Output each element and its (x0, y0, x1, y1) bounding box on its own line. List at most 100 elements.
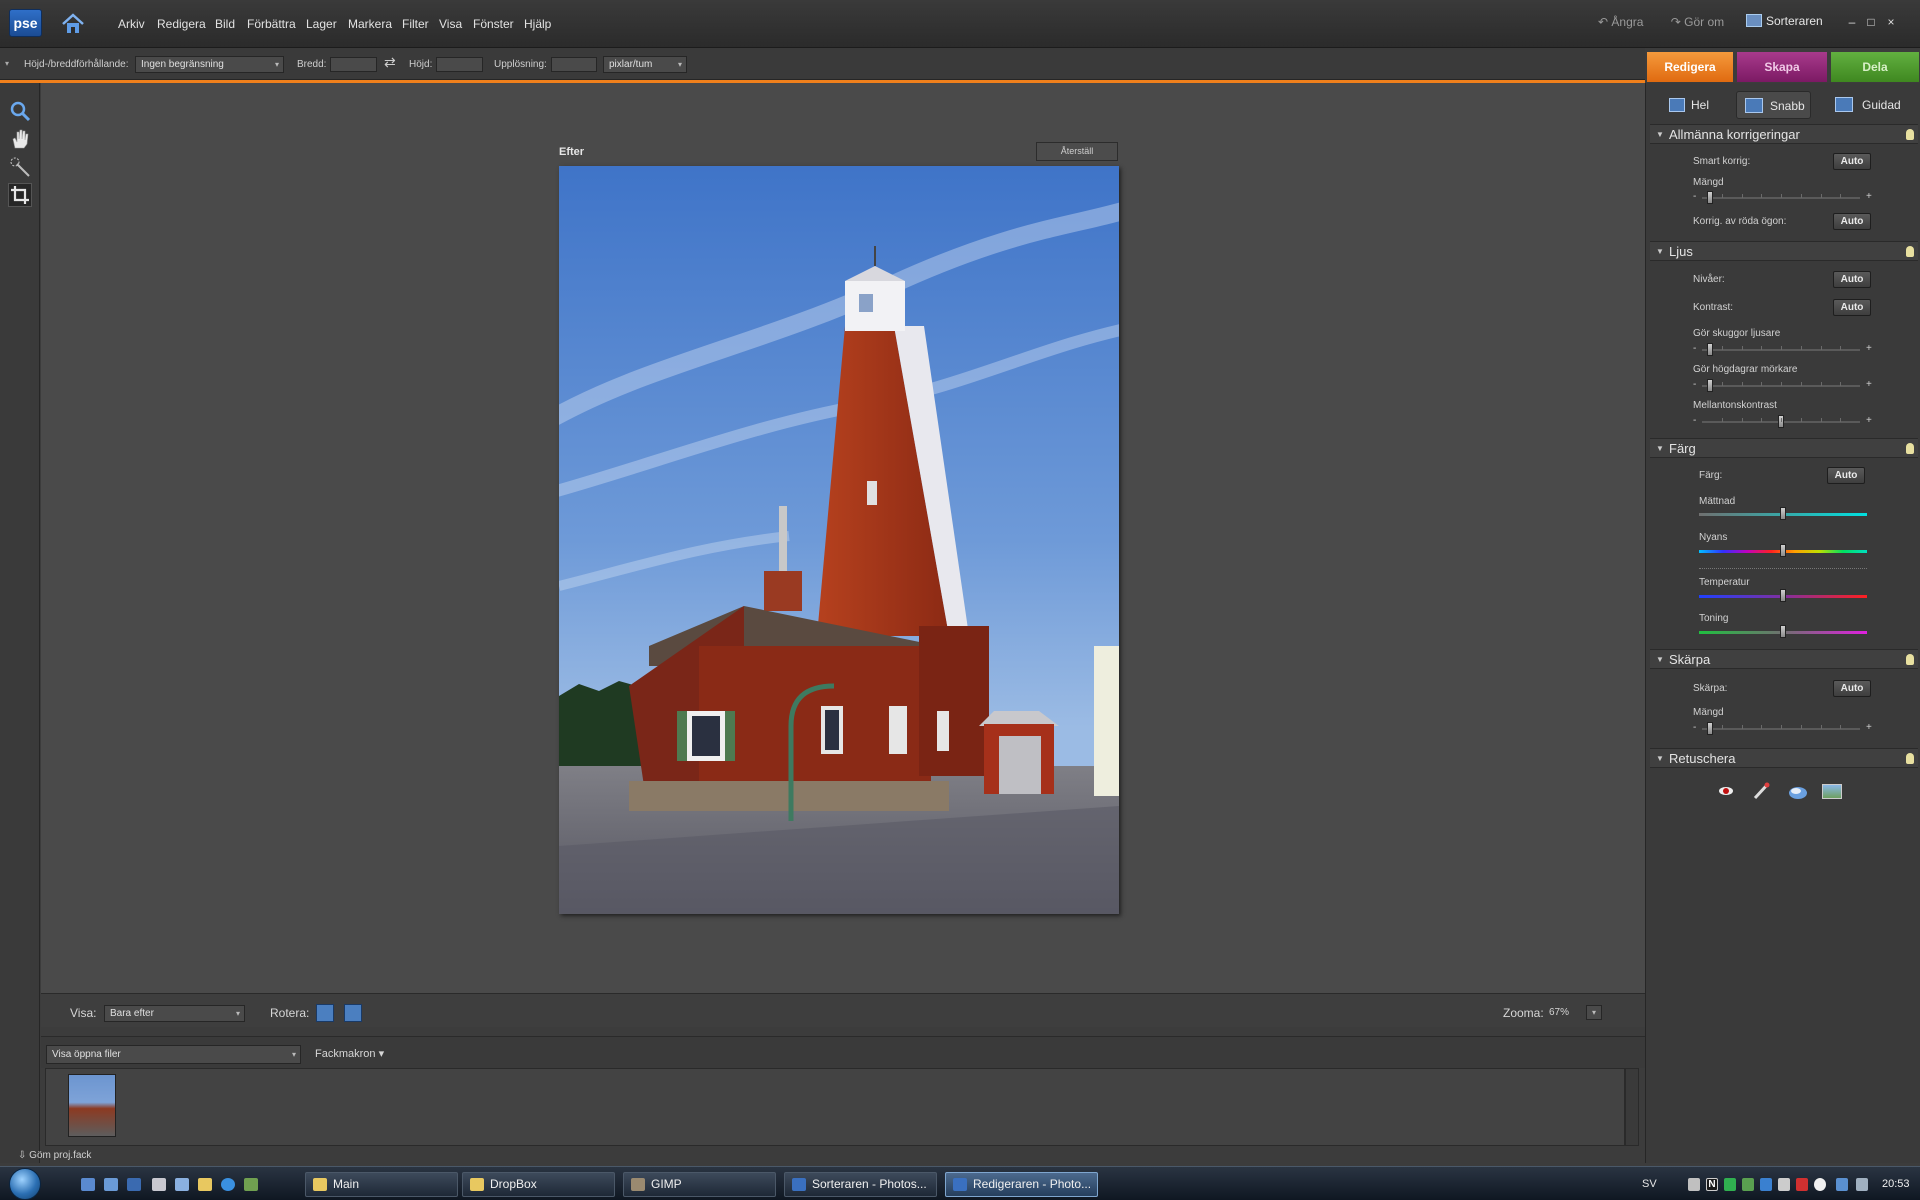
subtab-snabb[interactable]: Snabb (1736, 91, 1811, 119)
slider-thumb[interactable] (1707, 379, 1713, 392)
tray-icon-monitor[interactable] (1836, 1178, 1848, 1191)
color-auto-button[interactable]: Auto (1827, 467, 1865, 484)
documents-icon[interactable] (175, 1178, 189, 1191)
home-icon[interactable] (60, 12, 86, 36)
menu-bild[interactable]: Bild (215, 17, 235, 31)
organizer-button[interactable]: Sorteraren (1746, 14, 1823, 28)
smart-fix-amount-slider[interactable] (1702, 191, 1860, 204)
quick-selection-tool-icon[interactable] (8, 155, 32, 179)
taskbar-gimp[interactable]: GIMP (623, 1172, 776, 1197)
clock[interactable]: 20:53 (1882, 1178, 1910, 1190)
taskbar-dropbox[interactable]: DropBox (462, 1172, 615, 1197)
hide-bin-toggle[interactable]: ⇩ Göm proj.fack (18, 1150, 91, 1161)
app-launcher-icon[interactable] (244, 1178, 258, 1191)
menu-lager[interactable]: Lager (306, 17, 337, 31)
redo-button[interactable]: ↷ Gör om (1671, 15, 1736, 29)
tab-skapa[interactable]: Skapa (1737, 52, 1827, 82)
options-menu-icon[interactable]: ▾ (5, 59, 9, 68)
bin-scrollbar[interactable] (1625, 1068, 1639, 1146)
lightbulb-icon[interactable] (1906, 246, 1914, 257)
hand-tool-icon[interactable] (8, 127, 32, 151)
lightbulb-icon[interactable] (1906, 654, 1914, 665)
subtab-guidad[interactable]: Guidad (1827, 91, 1915, 119)
menu-arkiv[interactable]: Arkiv (118, 17, 145, 31)
minimize-icon[interactable]: – (1846, 16, 1858, 28)
tray-icon-sync[interactable] (1778, 1178, 1790, 1191)
hue-slider[interactable] (1699, 544, 1867, 557)
aspect-dropdown[interactable]: Ingen begränsning ▾ (135, 56, 284, 73)
lightbulb-icon[interactable] (1906, 443, 1914, 454)
sharpness-amount-slider[interactable] (1702, 722, 1860, 735)
n-tray-icon[interactable]: N (1706, 1178, 1718, 1191)
maximize-icon[interactable]: □ (1865, 16, 1877, 28)
language-indicator[interactable]: SV (1642, 1178, 1657, 1190)
tray-icon-red-circle[interactable] (1814, 1178, 1826, 1191)
subtab-hel[interactable]: Hel (1661, 91, 1719, 119)
zoom-value[interactable]: 67% (1549, 1007, 1569, 1018)
width-field[interactable] (330, 57, 377, 72)
rotate-right-icon[interactable] (344, 1004, 362, 1022)
tray-icon-drive[interactable] (1760, 1178, 1772, 1191)
slider-thumb[interactable] (1707, 191, 1713, 204)
taskbar-main[interactable]: Main (305, 1172, 458, 1197)
midtone-contrast-slider[interactable] (1702, 415, 1860, 428)
switch-windows-icon[interactable] (104, 1178, 118, 1191)
menu-fonster[interactable]: Fönster (473, 17, 514, 31)
taskbar-editor[interactable]: Redigeraren - Photo... (945, 1172, 1098, 1197)
tab-redigera[interactable]: Redigera (1647, 52, 1733, 82)
height-field[interactable] (436, 57, 483, 72)
section-general-fixes[interactable]: ▼ Allmänna korrigeringar (1650, 124, 1918, 144)
tint-slider[interactable] (1699, 625, 1867, 638)
computer-icon[interactable] (127, 1178, 141, 1191)
slider-thumb[interactable] (1780, 625, 1786, 638)
darken-highlights-slider[interactable] (1702, 379, 1860, 392)
lighthouse-photo[interactable] (559, 166, 1119, 914)
slider-thumb[interactable] (1780, 589, 1786, 602)
menu-forbattra[interactable]: Förbättra (247, 17, 296, 31)
red-eye-auto-button[interactable]: Auto (1833, 213, 1871, 230)
rotate-left-icon[interactable] (316, 1004, 334, 1022)
slider-thumb[interactable] (1780, 544, 1786, 557)
crop-tool-icon[interactable] (8, 183, 32, 207)
bin-macros-menu[interactable]: Fackmakron ▾ (315, 1047, 384, 1060)
calculator-icon[interactable] (152, 1178, 166, 1191)
menu-filter[interactable]: Filter (402, 17, 429, 31)
network-icon[interactable] (1688, 1178, 1700, 1191)
section-light[interactable]: ▼ Ljus (1650, 241, 1918, 261)
slider-thumb[interactable] (1780, 507, 1786, 520)
zoom-tool-icon[interactable] (8, 99, 32, 123)
smart-fix-auto-button[interactable]: Auto (1833, 153, 1871, 170)
saturation-slider[interactable] (1699, 507, 1867, 520)
lighten-shadows-slider[interactable] (1702, 343, 1860, 356)
bin-source-dropdown[interactable]: Visa öppna filer ▾ (46, 1045, 301, 1064)
start-button[interactable] (9, 1168, 41, 1200)
section-sharpness[interactable]: ▼ Skärpa (1650, 649, 1918, 669)
folder-icon[interactable] (198, 1178, 212, 1191)
image-thumbnail[interactable] (68, 1074, 116, 1137)
lightbulb-icon[interactable] (1906, 129, 1914, 140)
tab-dela[interactable]: Dela (1831, 52, 1919, 82)
temperature-slider[interactable] (1699, 589, 1867, 602)
menu-markera[interactable]: Markera (348, 17, 392, 31)
tray-icon-x[interactable] (1796, 1178, 1808, 1191)
internet-explorer-icon[interactable] (221, 1178, 235, 1191)
undo-button[interactable]: ↶ Ångra (1598, 15, 1655, 29)
volume-icon[interactable] (1856, 1178, 1868, 1191)
reset-button[interactable]: Återställ (1036, 142, 1118, 161)
sharpness-auto-button[interactable]: Auto (1833, 680, 1871, 697)
show-desktop-icon[interactable] (81, 1178, 95, 1191)
menu-redigera[interactable]: Redigera (157, 17, 206, 31)
resolution-field[interactable] (551, 57, 597, 72)
close-icon[interactable]: × (1885, 16, 1897, 28)
tray-icon-leaf[interactable] (1742, 1178, 1754, 1191)
whiten-teeth-icon[interactable] (1752, 782, 1770, 800)
slider-thumb[interactable] (1707, 343, 1713, 356)
lightbulb-icon[interactable] (1906, 753, 1914, 764)
slider-thumb[interactable] (1707, 722, 1713, 735)
make-blue-sky-icon[interactable] (1787, 782, 1809, 800)
black-white-picture-icon[interactable] (1822, 784, 1842, 799)
taskbar-organizer[interactable]: Sorteraren - Photos... (784, 1172, 937, 1197)
section-color[interactable]: ▼ Färg (1650, 438, 1918, 458)
zoom-dropdown-icon[interactable]: ▾ (1586, 1005, 1602, 1020)
view-mode-dropdown[interactable]: Bara efter ▾ (104, 1005, 245, 1022)
